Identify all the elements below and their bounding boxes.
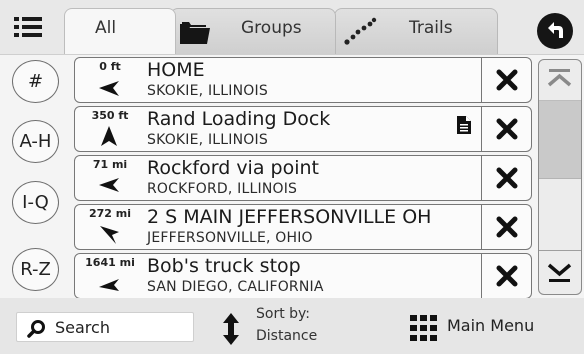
location-place: JEFFERSONVILLE, OHIO [147, 230, 313, 246]
scroll-thumb[interactable] [539, 101, 581, 179]
distance-label: 350 ft [91, 109, 129, 122]
location-row-body[interactable]: 350 ft Rand Loading Dock SKOKIE, ILLINOI… [75, 107, 481, 151]
sort-arrows-icon [223, 313, 239, 345]
folder-icon [180, 22, 210, 44]
scrollbar[interactable] [538, 59, 582, 295]
location-row[interactable]: 350 ft Rand Loading Dock SKOKIE, ILLINOI… [74, 106, 532, 152]
delete-button[interactable] [481, 107, 531, 151]
search-label: Search [55, 318, 110, 337]
scroll-bottom-icon [547, 263, 572, 282]
location-row[interactable]: 272 mi 2 S MAIN JEFFERSONVILLE OH JEFFER… [74, 204, 532, 250]
list-icon[interactable] [14, 14, 42, 40]
back-arrow-icon [548, 22, 563, 38]
close-icon [496, 167, 517, 189]
location-row[interactable]: 71 mi Rockford via point ROCKFORD, ILLIN… [74, 155, 532, 201]
location-row[interactable]: 0 ft HOME SKOKIE, ILLINOIS [74, 57, 532, 103]
distance-label: 1641 mi [85, 256, 135, 269]
index-button-number[interactable]: # [12, 60, 59, 103]
tab-all-label: All [95, 18, 117, 38]
grid-menu-icon [410, 315, 437, 341]
location-list-panel: # A-H I-Q R-Z 0 ft HOME SKOKIE, ILLINOIS [0, 54, 584, 299]
search-button[interactable]: Search [16, 312, 194, 342]
direction-arrow-icon [99, 81, 119, 96]
location-row-body[interactable]: 272 mi 2 S MAIN JEFFERSONVILLE OH JEFFER… [75, 205, 481, 249]
direction-arrow-icon [101, 126, 117, 146]
location-name: Rand Loading Dock [147, 108, 331, 130]
delete-button[interactable] [481, 254, 531, 298]
distance-label: 71 mi [92, 158, 128, 171]
delete-button[interactable] [481, 58, 531, 102]
tab-trails-label: Trails [409, 18, 453, 38]
tab-groups-label: Groups [241, 18, 302, 38]
bottom-bar: Search Sort by: Distance Main Menu [0, 298, 584, 354]
location-name: HOME [147, 59, 205, 81]
locations-screen: Trails Groups All # A-H I-Q R-Z 0 ft HOM… [0, 0, 584, 354]
tab-all[interactable]: All [64, 8, 176, 54]
location-name: Bob's truck stop [147, 255, 301, 277]
location-row-body[interactable]: 71 mi Rockford via point ROCKFORD, ILLIN… [75, 156, 481, 200]
distance-label: 272 mi [88, 207, 132, 220]
distance-label: 0 ft [99, 60, 121, 73]
trail-dots-icon [344, 17, 377, 45]
main-menu-label: Main Menu [447, 316, 535, 335]
index-button-a-h[interactable]: A-H [12, 120, 59, 163]
search-icon [27, 320, 45, 338]
scroll-to-bottom-button[interactable] [539, 250, 581, 294]
location-row-body[interactable]: 0 ft HOME SKOKIE, ILLINOIS [75, 58, 481, 102]
close-icon [496, 69, 517, 91]
index-button-i-q[interactable]: I-Q [12, 181, 59, 224]
scroll-to-top-button[interactable] [539, 60, 581, 101]
location-row-body[interactable]: 1641 mi Bob's truck stop SAN DIEGO, CALI… [75, 254, 481, 298]
location-name: 2 S MAIN JEFFERSONVILLE OH [147, 206, 432, 228]
close-icon [496, 265, 517, 287]
back-button[interactable] [537, 13, 573, 49]
location-place: SAN DIEGO, CALIFORNIA [147, 279, 324, 295]
delete-button[interactable] [481, 205, 531, 249]
sort-value: Distance [256, 328, 318, 344]
sort-button[interactable]: Sort by: Distance [216, 306, 346, 350]
direction-arrow-icon [99, 178, 119, 192]
note-icon [457, 116, 471, 134]
direction-arrow-icon [100, 226, 119, 244]
location-place: ROCKFORD, ILLINOIS [147, 181, 298, 197]
location-row[interactable]: 1641 mi Bob's truck stop SAN DIEGO, CALI… [74, 253, 532, 299]
location-name: Rockford via point [147, 157, 319, 179]
delete-button[interactable] [481, 156, 531, 200]
index-button-r-z[interactable]: R-Z [12, 248, 59, 291]
location-place: SKOKIE, ILLINOIS [147, 132, 268, 148]
sort-label: Sort by: [256, 306, 311, 322]
tab-groups[interactable]: Groups [170, 8, 336, 54]
tab-bar: Trails Groups All [0, 0, 584, 56]
scroll-top-icon [547, 69, 572, 87]
location-place: SKOKIE, ILLINOIS [147, 83, 268, 99]
direction-arrow-icon [99, 279, 119, 291]
tab-trails[interactable]: Trails [334, 8, 498, 54]
main-menu-button[interactable]: Main Menu [410, 312, 570, 342]
close-icon [496, 118, 517, 140]
close-icon [496, 216, 517, 238]
